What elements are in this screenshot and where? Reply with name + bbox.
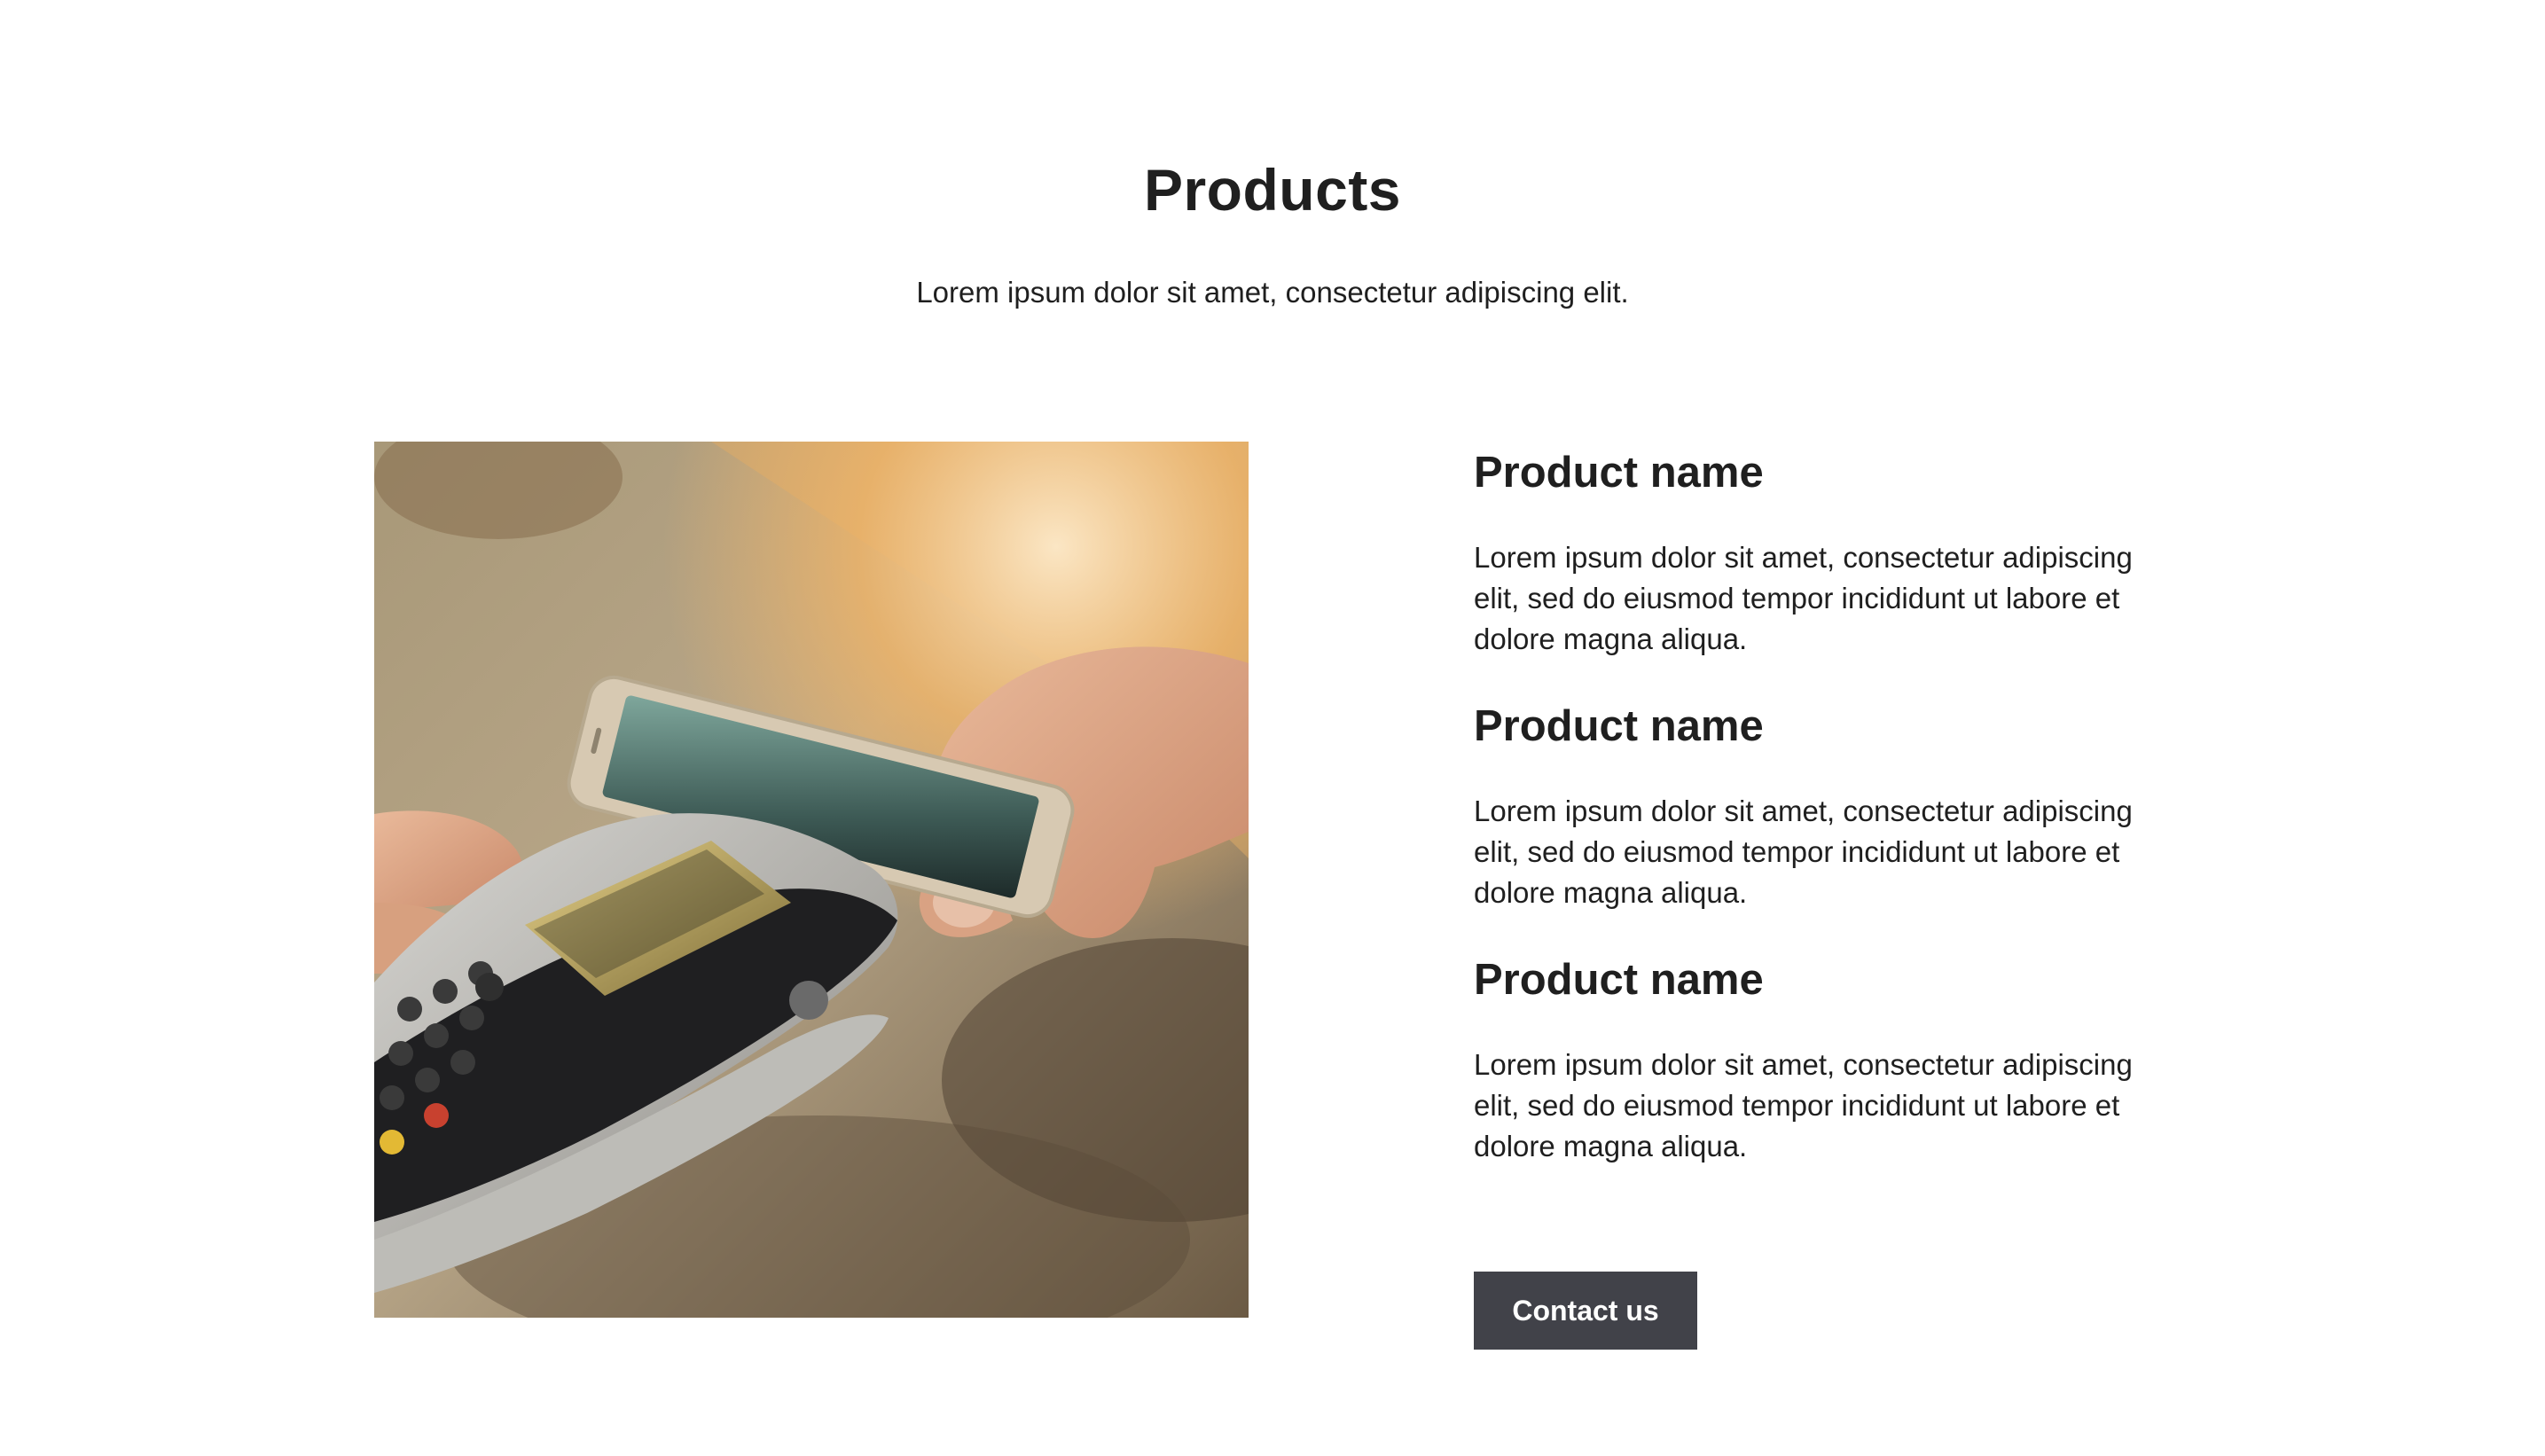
product-description: Lorem ipsum dolor sit amet, consectetur …: [1474, 1048, 2133, 1162]
page-subtitle: Lorem ipsum dolor sit amet, consectetur …: [916, 276, 1629, 309]
product-name: Product name: [1474, 449, 1764, 497]
page-title: Products: [1143, 157, 1402, 223]
product-item: Product name Lorem ipsum dolor sit amet,…: [1474, 949, 2148, 1167]
product-name: Product name: [1474, 702, 1764, 750]
product-item: Product name Lorem ipsum dolor sit amet,…: [1474, 442, 2148, 660]
contact-us-button[interactable]: Contact us: [1474, 1272, 1697, 1350]
product-name: Product name: [1474, 956, 1764, 1004]
product-description: Lorem ipsum dolor sit amet, consectetur …: [1474, 795, 2133, 909]
product-item: Product name Lorem ipsum dolor sit amet,…: [1474, 695, 2148, 913]
product-description: Lorem ipsum dolor sit amet, consectetur …: [1474, 541, 2133, 655]
product-list: Product name Lorem ipsum dolor sit amet,…: [1474, 442, 2148, 1167]
product-image: [374, 442, 1249, 1318]
